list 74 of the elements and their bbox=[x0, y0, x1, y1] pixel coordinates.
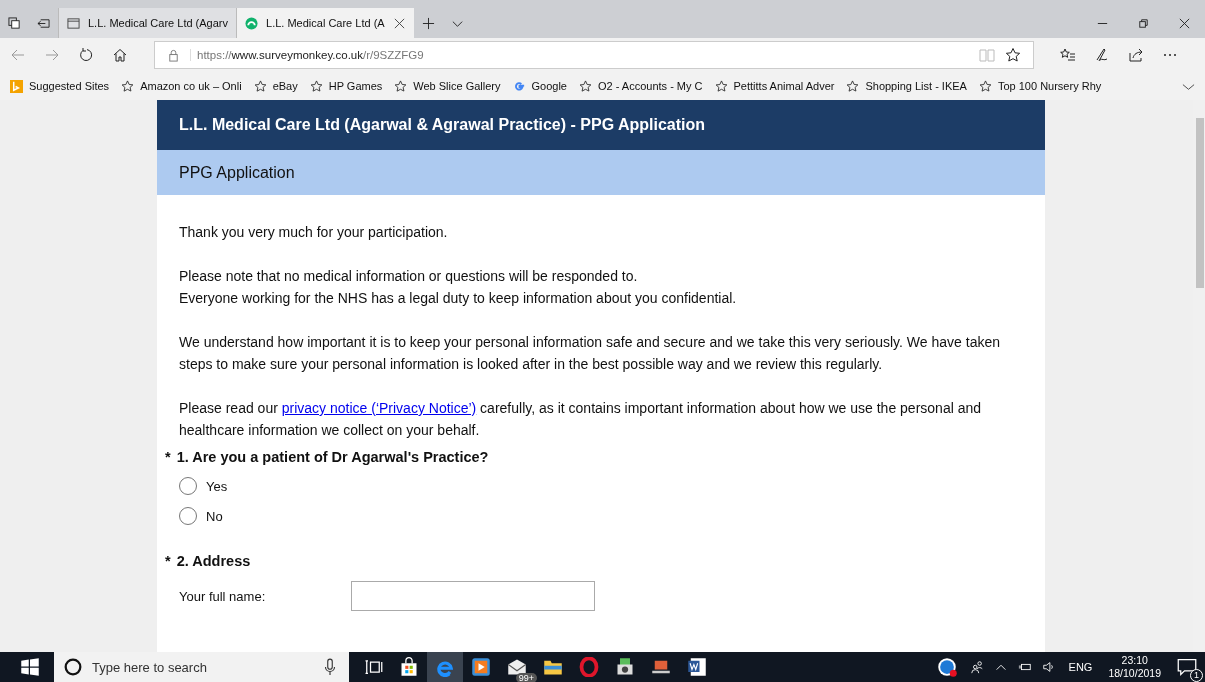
store-bag-icon[interactable] bbox=[399, 657, 419, 677]
favorite-link[interactable]: O2 - Accounts - My C bbox=[579, 79, 703, 93]
restore-tabs-icon[interactable] bbox=[37, 16, 50, 30]
share-icon[interactable] bbox=[1128, 47, 1144, 63]
intro-text: Please note that no medical information or questions will be responded to. bbox=[179, 267, 639, 286]
option-label: No bbox=[206, 508, 223, 524]
home-icon[interactable] bbox=[112, 47, 128, 63]
taskbar-search-field[interactable]: Type here to search bbox=[54, 652, 349, 682]
survey-title: L.L. Medical Care Ltd (Agarwal & Agrawal Practice) - PPG Application bbox=[157, 100, 1045, 150]
input-field[interactable] bbox=[351, 581, 595, 611]
mail-icon[interactable] bbox=[507, 657, 527, 677]
task-view-icon[interactable] bbox=[363, 657, 383, 677]
star-icon[interactable] bbox=[1005, 47, 1021, 63]
star-icon bbox=[846, 79, 860, 93]
star-icon bbox=[714, 79, 728, 93]
intro-text: Everyone working for the NHS has a legal duty to keep information about you confidential. bbox=[179, 289, 738, 308]
favorites-list-icon[interactable] bbox=[1060, 47, 1076, 63]
favorite-link[interactable]: Pettitts Animal Adver bbox=[714, 79, 835, 93]
intro-text: Thank you very much for your participation. bbox=[179, 223, 449, 242]
browser-tab[interactable]: L.L. Medical Care Ltd (A bbox=[236, 8, 414, 38]
star-icon bbox=[121, 79, 135, 93]
intro-text: We understand how important it is to keep your personal information safe and secure and we take this very seriously. We have taken steps to make sure your personal information is looked after in the best possible way and we review this regularly. bbox=[179, 333, 1001, 374]
close-icon[interactable] bbox=[392, 16, 406, 30]
favorite-link[interactable]: Shopping List - IKEA bbox=[846, 79, 967, 93]
privacy-notice-link[interactable]: privacy notice (‘Privacy Notice’) bbox=[281, 400, 477, 416]
favorite-link[interactable]: eBay bbox=[253, 79, 298, 93]
opera-logo-icon[interactable] bbox=[579, 657, 599, 677]
bing-logo-icon bbox=[10, 79, 23, 93]
pen-icon[interactable] bbox=[1094, 47, 1110, 63]
favorite-link[interactable]: HP Games bbox=[309, 79, 383, 93]
clock-time[interactable]: 23:10 bbox=[1121, 654, 1148, 667]
close-icon[interactable] bbox=[1178, 16, 1191, 30]
windows-start-icon[interactable] bbox=[20, 657, 40, 677]
field-label: Your full name: bbox=[179, 588, 267, 604]
star-icon bbox=[253, 79, 267, 93]
url-text: https://www.surveymonkey.co.uk/r/9SZZFG9 bbox=[190, 49, 424, 61]
favorite-link[interactable]: Web Slice Gallery bbox=[394, 79, 501, 93]
star-icon bbox=[309, 79, 323, 93]
required-mark: * bbox=[165, 449, 171, 465]
refresh-icon[interactable] bbox=[78, 47, 94, 63]
mail-badge: 99+ bbox=[515, 673, 537, 682]
back-icon[interactable] bbox=[10, 47, 26, 63]
privacy-text: Please read our privacy notice (‘Privacy Notice’) carefully, as it contains important information about how we use the personal and healthcare information we collect on your behalf. bbox=[179, 399, 983, 440]
new-tab-icon[interactable] bbox=[421, 16, 435, 30]
favorite-link[interactable]: Suggested Sites bbox=[10, 79, 110, 93]
favorite-link[interactable]: Amazon co uk – Onli bbox=[121, 79, 242, 93]
clock-date[interactable]: 18/10/2019 bbox=[1108, 667, 1161, 680]
notification-count: 1 bbox=[1190, 669, 1203, 682]
question-title: 2. Address bbox=[176, 553, 251, 569]
tabs-aside-icon[interactable] bbox=[8, 16, 21, 30]
favorite-link[interactable]: Google bbox=[512, 79, 567, 93]
star-icon bbox=[579, 79, 592, 93]
speaker-icon[interactable] bbox=[1041, 660, 1056, 674]
search-icon bbox=[64, 658, 82, 676]
required-mark: * bbox=[165, 553, 171, 569]
site-logo-icon bbox=[245, 16, 258, 30]
lock-icon bbox=[167, 48, 180, 62]
document-icon[interactable] bbox=[687, 657, 707, 677]
media-player-icon[interactable] bbox=[471, 657, 491, 677]
notification-icon[interactable] bbox=[1177, 657, 1197, 677]
page-title: PPG Application bbox=[157, 150, 1045, 195]
restore-icon[interactable] bbox=[1137, 16, 1150, 30]
google-logo-icon bbox=[512, 79, 526, 93]
forward-icon[interactable] bbox=[44, 47, 60, 63]
favorite-link[interactable]: Top 100 Nursery Rhy bbox=[978, 79, 1102, 93]
page-icon bbox=[67, 16, 80, 30]
people-icon[interactable] bbox=[969, 660, 984, 674]
star-icon bbox=[978, 79, 992, 93]
question-title: 1. Are you a patient of Dr Agarwal's Practice? bbox=[176, 449, 489, 465]
star-icon bbox=[394, 79, 408, 93]
address-bar[interactable]: https://www.surveymonkey.co.uk/r/9SZZFG9 bbox=[154, 41, 1034, 69]
language-indicator[interactable]: ENG bbox=[1068, 661, 1093, 673]
browser-tab[interactable]: L.L. Medical Care Ltd (Agarv bbox=[58, 8, 236, 38]
option-label: Yes bbox=[206, 478, 228, 494]
